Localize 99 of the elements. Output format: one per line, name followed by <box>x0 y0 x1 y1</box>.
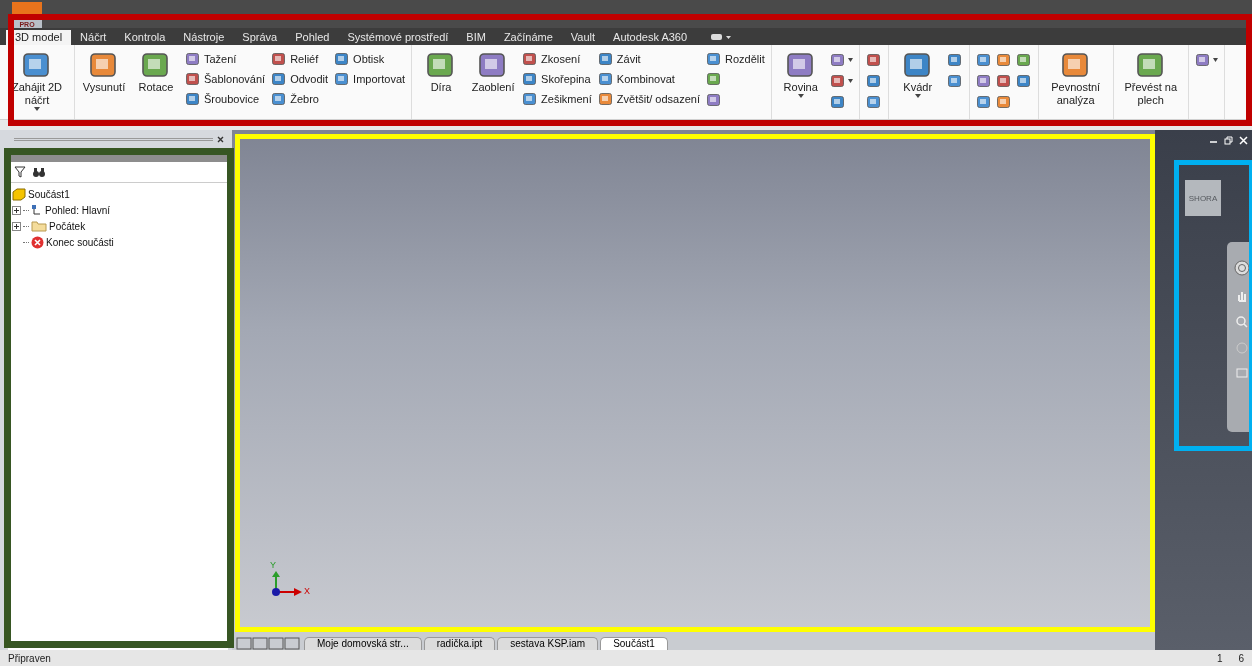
axis-label: Y <box>270 560 277 570</box>
restore-icon[interactable] <box>1224 136 1233 145</box>
document-tab[interactable]: Součást1 <box>600 637 668 650</box>
ribbon-button[interactable]: Rozdělit <box>705 50 765 67</box>
ribbon-button[interactable]: Žebro <box>271 90 329 107</box>
ribbon-button[interactable]: Zvětšit/ odsazení <box>597 90 700 107</box>
tool-icon[interactable] <box>865 94 882 110</box>
tool-icon[interactable] <box>185 90 201 107</box>
expand-icon[interactable] <box>12 221 21 231</box>
tool-icon[interactable] <box>865 52 882 68</box>
ribbon-tab[interactable]: Nástroje <box>174 30 234 45</box>
ribbon-tab[interactable]: Kontrola <box>115 30 175 45</box>
tool-icon[interactable] <box>334 50 351 67</box>
tool-icon[interactable] <box>829 52 846 68</box>
tool-icon[interactable] <box>185 50 201 67</box>
tool-icon[interactable] <box>597 90 614 107</box>
tool-icon[interactable] <box>522 90 539 107</box>
status-count: 6 <box>1238 652 1244 664</box>
ribbon-button[interactable]: Zkosení <box>522 50 592 67</box>
tool-icon[interactable] <box>946 73 963 89</box>
tool-icon[interactable] <box>705 50 722 67</box>
expand-icon[interactable] <box>12 205 21 215</box>
ribbon-tab[interactable]: Náčrt <box>71 30 116 45</box>
ribbon-button[interactable]: Kvádr <box>894 49 941 98</box>
tool-icon[interactable] <box>522 70 539 87</box>
tree-item[interactable]: Pohled: Hlavní <box>45 204 111 216</box>
tool-icon[interactable] <box>334 70 351 87</box>
ribbon-button[interactable]: Odvodit <box>271 70 329 87</box>
tree-item[interactable]: Počátek <box>49 220 86 232</box>
ribbon-button[interactable]: Díra <box>418 49 465 94</box>
binoculars-icon[interactable] <box>32 166 46 178</box>
status-message: Připraven <box>8 652 51 664</box>
tree-item[interactable]: Součást1 <box>28 188 70 200</box>
steering-wheel-icon[interactable] <box>1234 260 1250 276</box>
ribbon-tab[interactable]: BIM <box>457 30 495 45</box>
tool-icon[interactable] <box>1015 52 1032 68</box>
tool-icon[interactable] <box>185 70 201 87</box>
ribbon-button[interactable]: Rotace <box>133 49 179 94</box>
document-tab[interactable]: Moje domovská str... <box>304 637 422 650</box>
tool-icon[interactable] <box>995 73 1012 89</box>
status-count: 1 <box>1216 652 1223 664</box>
ribbon-button[interactable]: Vysunutí <box>81 49 127 94</box>
tool-icon[interactable] <box>271 70 288 87</box>
caret-icon[interactable] <box>847 79 853 83</box>
ribbon-button[interactable]: Rovina <box>777 49 824 98</box>
tool-icon[interactable] <box>1194 52 1211 68</box>
error-icon <box>31 235 44 249</box>
ribbon-tab[interactable]: Správa <box>233 30 287 45</box>
ribbon-tab[interactable]: Systémové prostředí <box>338 30 458 45</box>
caret-icon[interactable] <box>1212 58 1218 62</box>
document-tab[interactable]: radička.ipt <box>423 637 496 650</box>
tool-icon[interactable] <box>705 71 722 87</box>
ribbon-button[interactable]: Tažení <box>185 50 266 67</box>
close-icon[interactable] <box>217 135 224 143</box>
ribbon-button[interactable]: Závit <box>597 50 700 67</box>
tree-item[interactable]: Konec součásti <box>46 236 114 248</box>
view-icon <box>31 204 43 216</box>
tool-icon[interactable] <box>829 94 846 110</box>
ribbon-button[interactable]: Zaoblení <box>470 49 517 94</box>
ribbon-button[interactable]: Importovat <box>334 70 406 87</box>
tool-icon[interactable] <box>829 73 846 89</box>
folder-icon <box>31 220 47 232</box>
panel-toggle-icon[interactable] <box>710 32 733 42</box>
tool-icon[interactable] <box>975 94 992 110</box>
ribbon-button[interactable]: Kombinovat <box>597 70 700 87</box>
axis-label: X <box>304 586 310 596</box>
tool-icon[interactable] <box>705 92 722 108</box>
ribbon-tab[interactable]: Pohled <box>286 30 339 45</box>
tool-icon[interactable] <box>1015 73 1032 89</box>
ribbon-button[interactable]: Pevnostní analýza <box>1044 49 1107 107</box>
ribbon-button[interactable]: Zešikmení <box>522 90 592 107</box>
ribbon-tab[interactable]: 3D model <box>6 30 72 45</box>
ribbon-button[interactable]: Šroubovice <box>185 90 266 107</box>
ribbon-button[interactable]: Reliéf <box>271 50 329 67</box>
axis-triad-drawing <box>270 570 304 596</box>
document-tab[interactable]: sestava KSP.iam <box>497 637 599 650</box>
tool-icon[interactable] <box>271 90 288 107</box>
filter-icon[interactable] <box>14 166 26 178</box>
view-cube[interactable]: SHORA <box>1185 180 1221 216</box>
tool-icon[interactable] <box>995 52 1012 68</box>
ribbon-button[interactable]: Zahájit 2D náčrt <box>6 49 68 111</box>
tool-icon[interactable] <box>975 52 992 68</box>
tool-icon[interactable] <box>522 50 539 67</box>
ribbon-tab[interactable]: Vault <box>561 30 605 45</box>
ribbon-tab[interactable]: Začínáme <box>494 30 562 45</box>
tool-icon[interactable] <box>995 94 1012 110</box>
ribbon-button[interactable]: Obtisk <box>334 50 406 67</box>
caret-icon[interactable] <box>847 58 853 62</box>
tool-icon[interactable] <box>597 70 614 87</box>
tool-icon[interactable] <box>597 50 614 67</box>
tool-icon[interactable] <box>865 73 882 89</box>
ribbon-button[interactable]: Šablonování <box>185 70 266 87</box>
tool-icon[interactable] <box>271 50 288 67</box>
cube-icon <box>12 187 26 201</box>
ribbon-tab[interactable]: Autodesk A360 <box>604 30 697 45</box>
ribbon-button[interactable]: Skořepina <box>522 70 592 87</box>
tool-icon[interactable] <box>946 52 963 68</box>
ribbon-button[interactable]: Převést na plech <box>1119 49 1182 107</box>
tool-icon[interactable] <box>975 73 992 89</box>
